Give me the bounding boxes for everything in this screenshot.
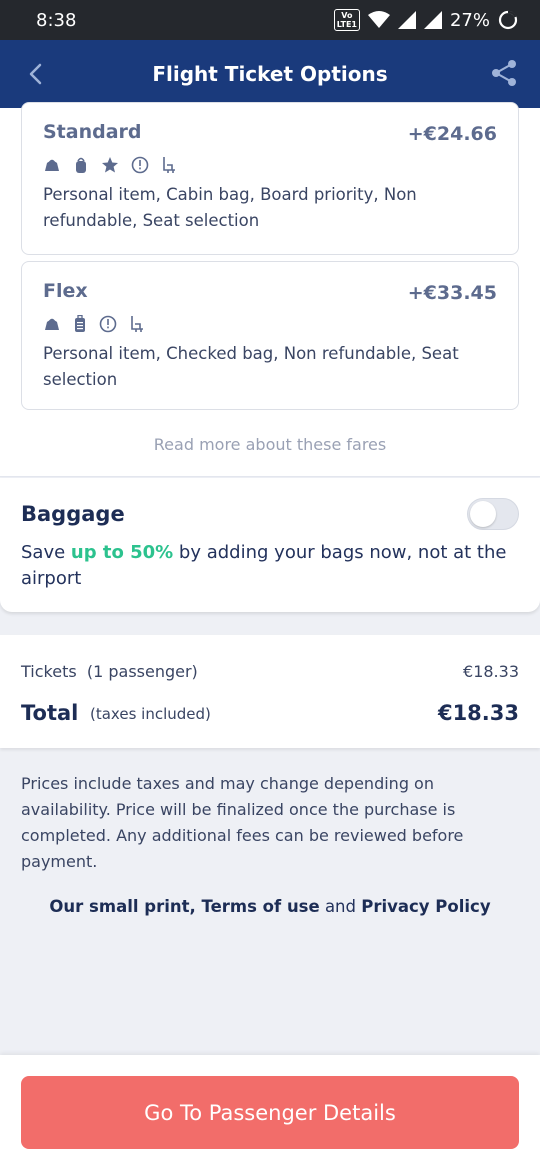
baggage-promo-text: Save up to 50% by adding your bags now, … <box>21 542 507 589</box>
non-refundable-icon <box>99 315 117 333</box>
checked-bag-icon <box>75 315 85 332</box>
total-note: (taxes included) <box>90 705 211 723</box>
price-summary: Tickets (1 passenger) €18.33 Total (taxe… <box>0 635 540 748</box>
share-icon[interactable] <box>490 58 518 88</box>
volte-icon: Vo LTE1 <box>333 9 360 31</box>
wifi-icon <box>367 11 390 28</box>
baggage-section: Baggage Save up to 50% by adding your ba… <box>0 478 540 612</box>
go-to-passenger-details-button[interactable]: Go To Passenger Details <box>21 1076 519 1149</box>
baggage-toggle[interactable] <box>467 498 519 530</box>
toggle-knob <box>470 501 496 527</box>
fare-description: Personal item, Checked bag, Non refundab… <box>43 344 459 389</box>
tickets-label: Tickets (1 passenger) <box>21 662 198 681</box>
battery-percent: 27% <box>449 9 490 31</box>
price-disclaimer: Prices include taxes and may change depe… <box>21 774 464 871</box>
battery-icon <box>498 10 518 30</box>
fare-price: +€33.45 <box>407 282 497 304</box>
bottom-bar: Go To Passenger Details <box>0 1055 540 1170</box>
discount-highlight: up to 50% <box>70 542 174 563</box>
fare-icons <box>43 314 145 334</box>
cabin-bag-icon <box>76 157 86 173</box>
status-icons: Vo LTE1 27% <box>333 9 518 31</box>
page-title: Flight Ticket Options <box>152 62 388 86</box>
fare-icons <box>43 155 177 175</box>
star-icon <box>102 157 118 173</box>
status-time: 8:38 <box>36 9 77 31</box>
fare-card-standard[interactable]: Standard +€24.66 Personal item, Cabin ba… <box>21 102 519 255</box>
baggage-title: Baggage <box>21 502 125 526</box>
signal-icon-2 <box>423 11 442 29</box>
fare-description: Personal item, Cabin bag, Board priority… <box>43 185 417 230</box>
personal-item-icon <box>45 318 59 330</box>
small-print-link[interactable]: Our small print <box>49 897 189 916</box>
signal-icon <box>397 11 416 29</box>
total-value: €18.33 <box>437 701 519 725</box>
terms-of-use-link[interactable]: Terms of use <box>202 897 320 916</box>
fare-card-flex[interactable]: Flex +€33.45 Personal item, Checked bag,… <box>21 261 519 410</box>
back-icon[interactable] <box>22 60 50 88</box>
seat-icon <box>131 316 143 332</box>
tickets-value: €18.33 <box>463 662 519 681</box>
seat-icon <box>163 157 175 173</box>
non-refundable-icon <box>131 156 149 174</box>
read-more-link[interactable]: Read more about these fares <box>0 435 540 454</box>
fare-name: Standard <box>43 121 142 143</box>
personal-item-icon <box>45 159 59 171</box>
legal-links: Our small print, Terms of use and Privac… <box>49 897 491 916</box>
fare-price: +€24.66 <box>407 123 497 145</box>
fares-section: Standard +€24.66 Personal item, Cabin ba… <box>0 102 540 477</box>
status-bar: 8:38 Vo LTE1 27% <box>0 0 540 40</box>
privacy-policy-link[interactable]: Privacy Policy <box>361 897 490 916</box>
app-bar: Flight Ticket Options <box>0 40 540 108</box>
fare-name: Flex <box>43 280 88 302</box>
total-label: Total <box>21 701 79 725</box>
